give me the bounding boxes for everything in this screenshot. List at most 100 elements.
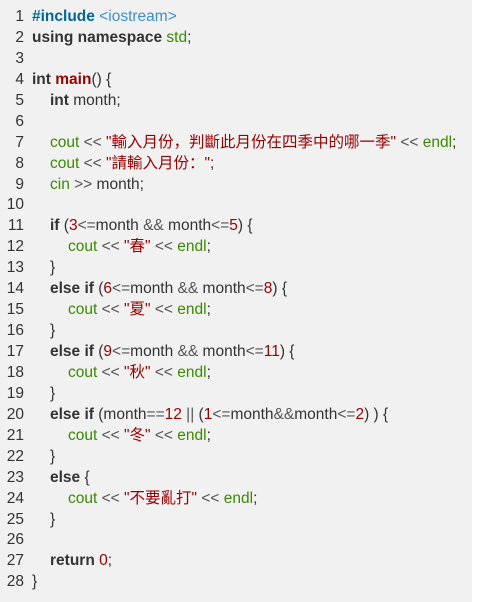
code-token: endl xyxy=(177,426,207,444)
code-token: << xyxy=(150,363,178,381)
code-token: "冬" xyxy=(124,426,151,444)
code-token: month xyxy=(95,217,144,235)
line-number: 25 xyxy=(6,510,24,528)
code-token: month xyxy=(198,280,246,298)
line-code: #include <iostream> xyxy=(32,7,177,28)
code-token: 12 xyxy=(164,405,182,423)
code-token: ; xyxy=(206,426,211,444)
code-token: << xyxy=(150,238,178,256)
code-token: <= xyxy=(337,405,356,423)
code-line: 17 else if (9<=month && month<=11) { xyxy=(0,342,472,363)
code-token: << xyxy=(150,301,178,319)
line-code: if (3<=month && month<=5) { xyxy=(32,216,253,237)
code-token: << xyxy=(79,133,107,151)
code-token: == xyxy=(146,405,165,423)
code-token: ) { xyxy=(272,280,288,298)
code-token: <= xyxy=(112,343,131,360)
code-token: } xyxy=(50,384,56,402)
line-number: 12 xyxy=(6,238,24,256)
line-number: 7 xyxy=(15,133,24,151)
code-line: 21 cout << "冬" << endl; xyxy=(0,426,472,447)
code-token: && xyxy=(143,217,164,235)
code-token: } xyxy=(50,322,56,340)
code-line: 9 cin >> month; xyxy=(0,175,472,196)
code-token: #include xyxy=(32,8,95,25)
code-token: 2 xyxy=(355,405,365,423)
code-token: endl xyxy=(177,363,207,381)
line-number: 20 xyxy=(6,405,24,423)
line-code: cout << "秋" << endl; xyxy=(32,363,211,384)
line-number: 16 xyxy=(6,322,24,340)
code-token: << xyxy=(97,489,125,507)
line-number: 13 xyxy=(6,259,24,277)
code-line: 24 cout << "不要亂打" << endl; xyxy=(0,489,472,510)
code-token: "輸入月份，判斷此月份在四季中的哪一季" xyxy=(106,133,397,151)
code-token: <= xyxy=(112,280,131,298)
code-token: return xyxy=(50,552,95,570)
code-token: } xyxy=(50,447,56,465)
line-number: 22 xyxy=(6,447,24,465)
code-line: 28} xyxy=(0,572,472,593)
code-token: cout xyxy=(50,133,80,151)
code-token: cin xyxy=(50,175,70,193)
code-token: else xyxy=(50,405,81,423)
code-line: 20 else if (month==12 || (1<=month&&month… xyxy=(0,405,472,426)
code-token: && xyxy=(177,343,199,360)
code-token: << xyxy=(197,489,224,507)
code-token: else xyxy=(50,280,81,298)
line-code: } xyxy=(32,384,55,405)
line-number: 26 xyxy=(6,531,24,549)
code-token: || xyxy=(181,405,199,423)
code-token: } xyxy=(50,510,56,528)
line-code: cout << "冬" << endl; xyxy=(32,426,211,447)
code-token: ; xyxy=(206,301,211,319)
code-token: ; xyxy=(107,552,113,570)
code-token: { xyxy=(80,468,90,486)
line-code: } xyxy=(32,321,55,342)
line-number: 17 xyxy=(6,343,24,360)
code-token: cout xyxy=(50,154,80,172)
code-line: 15 cout << "夏" << endl; xyxy=(0,300,472,321)
code-token: "不要亂打" xyxy=(124,489,198,507)
code-token: } xyxy=(50,259,56,277)
line-number: 18 xyxy=(6,363,24,381)
line-number: 8 xyxy=(15,154,24,172)
code-token: (month xyxy=(93,405,147,423)
code-token: && xyxy=(177,280,199,298)
code-token: <= xyxy=(211,217,230,235)
code-line: 8 cout << "請輸入月份："; xyxy=(0,154,472,175)
line-number: 11 xyxy=(7,217,24,235)
code-token: "春" xyxy=(124,238,151,256)
code-lines: 1 #include <iostream> 2 using namespace std… xyxy=(0,7,472,593)
code-token: << xyxy=(396,133,423,151)
code-token: cout xyxy=(68,301,98,319)
line-number: 1 xyxy=(15,8,24,25)
line-number: 6 xyxy=(15,112,24,130)
code-line: 4 int main() { xyxy=(0,70,472,91)
line-code: else { xyxy=(32,468,90,489)
code-line: 6 xyxy=(0,112,472,133)
code-token: month xyxy=(230,405,274,423)
line-code: else if (month==12 || (1<=month&&month<=… xyxy=(32,405,388,426)
line-number: 4 xyxy=(15,70,24,88)
code-token: else xyxy=(50,468,81,486)
line-number: 27 xyxy=(6,552,24,570)
code-line: 19} xyxy=(0,384,472,405)
code-token: } xyxy=(32,573,38,591)
code-token: 0 xyxy=(99,552,108,570)
code-token: int xyxy=(32,70,51,88)
code-line: 2 using namespace std; xyxy=(0,28,472,49)
line-code: else if (9<=month && month<=11) { xyxy=(32,342,294,363)
line-code: } xyxy=(32,447,55,468)
code-token: cout xyxy=(68,426,98,444)
code-line: 11 if (3<=month && month<=5) { xyxy=(0,216,472,237)
code-token: cout xyxy=(68,489,98,507)
code-token: main xyxy=(55,70,92,88)
code-token: endl xyxy=(223,489,254,507)
line-number: 5 xyxy=(15,91,24,109)
code-token: << xyxy=(79,154,107,172)
code-line: 14 else if (6<=month && month<=8) { xyxy=(0,279,472,300)
line-code: cin >> month; xyxy=(32,175,144,196)
code-token: cout xyxy=(68,238,98,256)
code-token: <= xyxy=(245,280,264,298)
